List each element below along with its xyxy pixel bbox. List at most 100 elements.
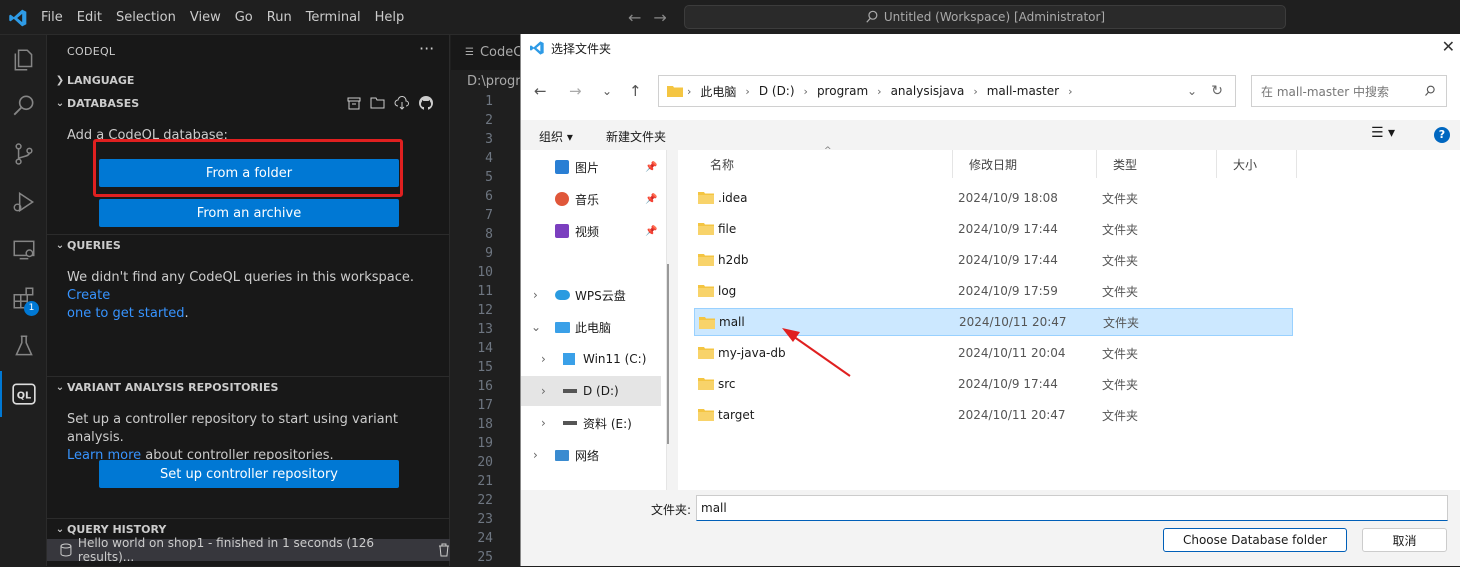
more-actions-icon[interactable]: ··· — [419, 39, 434, 58]
menu-terminal[interactable]: Terminal — [299, 0, 368, 35]
column-type-header[interactable]: 类型 — [1097, 150, 1217, 178]
remote-explorer-activity[interactable] — [0, 227, 47, 273]
variant-section-label: VARIANT ANALYSIS REPOSITORIES — [67, 381, 279, 394]
chevron-right-icon[interactable]: › — [533, 288, 538, 302]
nav-scrollbar[interactable] — [667, 264, 669, 444]
dialog-title: 选择文件夹 — [551, 41, 612, 56]
history-item[interactable]: Hello world on shop1 - finished in 1 sec… — [47, 536, 450, 564]
extensions-activity[interactable]: 1 — [0, 275, 47, 321]
column-size-label: 大小 — [1233, 157, 1258, 172]
create-query-link[interactable]: Create — [67, 288, 110, 303]
column-name-header[interactable]: 名称 ^ — [694, 146, 953, 178]
file-type: 文件夹 — [1102, 346, 1139, 361]
chevron-down-icon: ⌄ — [55, 97, 65, 109]
file-row[interactable]: mall 2024/10/11 20:47 文件夹 — [694, 308, 1293, 336]
organize-button[interactable]: 组织 ▾ — [539, 128, 573, 145]
file-row[interactable]: file 2024/10/9 17:44 文件夹 — [694, 215, 1293, 243]
file-row[interactable]: log 2024/10/9 17:59 文件夹 — [694, 277, 1293, 305]
codeql-activity[interactable]: QL — [0, 371, 47, 417]
nav-item-pictures[interactable]: 图片 📌 — [521, 152, 661, 182]
folder-open-icon[interactable] — [370, 95, 386, 111]
nav-item-music[interactable]: 音乐 📌 — [521, 184, 661, 214]
search-input[interactable]: 在 mall-master 中搜索 — [1251, 75, 1447, 107]
line-number: 21 — [477, 474, 493, 489]
file-row[interactable]: my-java-db 2024/10/11 20:04 文件夹 — [694, 339, 1293, 367]
file-row[interactable]: h2db 2024/10/9 17:44 文件夹 — [694, 246, 1293, 274]
menu-file[interactable]: File — [34, 0, 70, 35]
close-icon[interactable]: ✕ — [1442, 37, 1455, 56]
menu-help[interactable]: Help — [368, 0, 412, 35]
help-icon[interactable]: ? — [1434, 127, 1450, 143]
editor-tab[interactable]: ☰ CodeC — [451, 35, 522, 70]
forward-arrow-icon[interactable]: → — [653, 8, 666, 27]
pin-icon[interactable]: 📌 — [645, 226, 657, 237]
back-arrow-icon[interactable]: ← — [628, 8, 641, 27]
path-mall-master[interactable]: mall-master — [982, 84, 1064, 98]
explorer-activity[interactable] — [0, 37, 47, 83]
chevron-down-icon[interactable]: ⌄ — [531, 320, 541, 334]
nav-item-network[interactable]: › 网络 — [521, 440, 661, 470]
address-dropdown-icon[interactable]: ⌄ — [1187, 84, 1197, 98]
variant-section-header[interactable]: ⌄ VARIANT ANALYSIS REPOSITORIES — [47, 376, 450, 398]
run-debug-activity[interactable] — [0, 179, 47, 225]
trash-icon[interactable] — [438, 543, 450, 557]
column-size-header[interactable]: 大小 — [1217, 150, 1297, 178]
nav-item-videos[interactable]: 视频 📌 — [521, 216, 661, 246]
testing-activity[interactable] — [0, 323, 47, 369]
up-arrow-icon[interactable]: ↑ — [629, 82, 642, 100]
choose-database-folder-button[interactable]: Choose Database folder — [1163, 528, 1347, 552]
nav-item-d-drive[interactable]: › D (D:) — [521, 376, 661, 406]
address-bar[interactable]: › 此电脑 › D (D:) › program › analysisjava … — [658, 75, 1236, 107]
databases-section-header[interactable]: ⌄ DATABASES — [47, 92, 450, 114]
recent-dropdown-icon[interactable]: ⌄ — [602, 84, 612, 98]
source-control-activity[interactable] — [0, 131, 47, 177]
column-date-label: 修改日期 — [969, 157, 1018, 172]
nav-item-this-pc[interactable]: ⌄ 此电脑 — [521, 312, 661, 342]
line-number: 7 — [485, 208, 493, 223]
column-date-header[interactable]: 修改日期 — [953, 150, 1097, 178]
path-analysisjava[interactable]: analysisjava — [886, 84, 970, 98]
menu-selection[interactable]: Selection — [109, 0, 183, 35]
chevron-right-icon: ❯ — [55, 74, 65, 86]
archive-icon[interactable] — [346, 95, 362, 111]
nav-item-c-drive[interactable]: › Win11 (C:) — [521, 344, 661, 374]
menu-edit[interactable]: Edit — [70, 0, 109, 35]
menu-run[interactable]: Run — [260, 0, 299, 35]
extensions-badge: 1 — [24, 301, 39, 316]
menu-view[interactable]: View — [183, 0, 228, 35]
file-row[interactable]: src 2024/10/9 17:44 文件夹 — [694, 370, 1293, 398]
path-program[interactable]: program — [812, 84, 873, 98]
language-section-header[interactable]: ❯ LANGUAGE — [47, 69, 450, 91]
cancel-button[interactable]: 取消 — [1362, 528, 1447, 552]
github-icon[interactable] — [418, 95, 434, 111]
file-row[interactable]: target 2024/10/11 20:47 文件夹 — [694, 401, 1293, 429]
view-options-icon[interactable]: ☰ ▾ — [1371, 125, 1395, 141]
queries-section-header[interactable]: ⌄ QUERIES — [47, 234, 450, 256]
menu-go[interactable]: Go — [228, 0, 260, 35]
chevron-right-icon[interactable]: › — [541, 384, 546, 398]
path-d-drive[interactable]: D (D:) — [754, 84, 800, 98]
back-arrow-icon[interactable]: ← — [534, 82, 547, 100]
pin-icon[interactable]: 📌 — [645, 162, 657, 173]
refresh-icon[interactable]: ↻ — [1211, 83, 1223, 99]
chevron-right-icon[interactable]: › — [541, 416, 546, 430]
file-date: 2024/10/9 17:59 — [958, 284, 1058, 298]
from-archive-button[interactable]: From an archive — [99, 199, 399, 227]
path-this-pc[interactable]: 此电脑 — [695, 83, 741, 100]
folder-icon — [699, 317, 715, 329]
setup-controller-button[interactable]: Set up controller repository — [99, 460, 399, 488]
cloud-download-icon[interactable] — [394, 95, 410, 111]
nav-item-e-drive[interactable]: › 资料 (E:) — [521, 408, 661, 438]
vscode-logo-icon[interactable] — [8, 8, 28, 28]
chevron-right-icon[interactable]: › — [533, 448, 538, 462]
forward-arrow-icon[interactable]: → — [569, 82, 582, 100]
nav-item-wps-cloud[interactable]: › WPS云盘 — [521, 280, 661, 310]
command-center[interactable]: Untitled (Workspace) [Administrator] — [684, 5, 1286, 29]
new-folder-button[interactable]: 新建文件夹 — [606, 128, 666, 145]
get-started-link[interactable]: one to get started — [67, 306, 185, 321]
file-row[interactable]: .idea 2024/10/9 18:08 文件夹 — [694, 184, 1293, 212]
chevron-right-icon[interactable]: › — [541, 352, 546, 366]
search-activity[interactable] — [0, 83, 47, 129]
folder-name-input[interactable]: mall — [696, 495, 1448, 521]
pin-icon[interactable]: 📌 — [645, 194, 657, 205]
